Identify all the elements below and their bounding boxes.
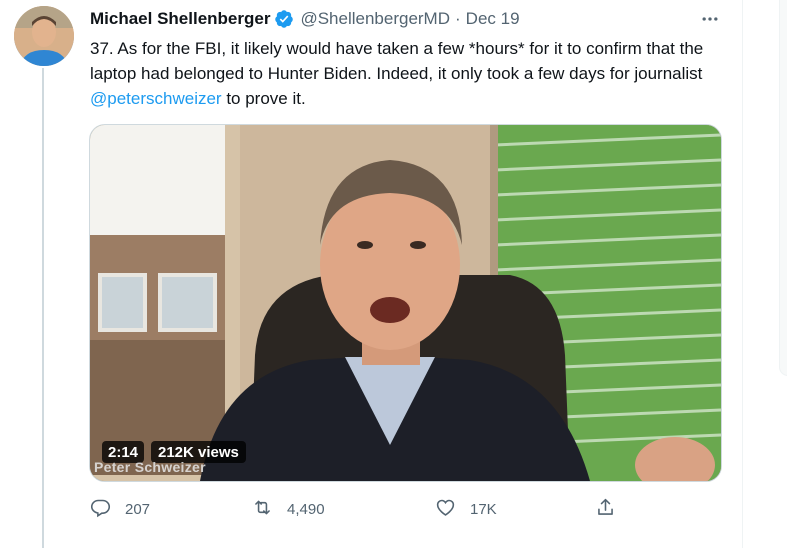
- retweet-count: 4,490: [287, 500, 325, 518]
- verified-badge-icon: [274, 9, 294, 29]
- video-player[interactable]: 2:14 212K views Peter Schweizer: [89, 124, 722, 482]
- more-icon[interactable]: [698, 8, 722, 30]
- tweet-text: 37. As for the FBI, it likely would have…: [90, 36, 730, 111]
- share-button[interactable]: [595, 496, 616, 522]
- retweet-icon: [252, 497, 273, 522]
- tweet-header: Michael Shellenberger @ShellenbergerMD ·…: [90, 8, 520, 30]
- reply-button[interactable]: 207: [90, 496, 150, 522]
- like-count: 17K: [470, 500, 497, 518]
- tweet-date[interactable]: Dec 19: [466, 9, 520, 29]
- reply-icon: [90, 497, 111, 522]
- tweet-actions: 207 4,490 17K: [90, 496, 630, 522]
- author-name[interactable]: Michael Shellenberger: [90, 9, 270, 29]
- tweet-text-part: to prove it.: [221, 89, 306, 108]
- retweet-button[interactable]: 4,490: [252, 496, 325, 522]
- thread-line: [42, 68, 44, 548]
- separator-dot: ·: [455, 9, 461, 28]
- author-handle[interactable]: @ShellenbergerMD: [300, 9, 450, 29]
- mention-link[interactable]: @peterschweizer: [90, 89, 222, 108]
- tweet-text-part: 37. As for the FBI, it likely would have…: [90, 39, 704, 83]
- sidebar-card-edge: [779, 0, 787, 376]
- like-button[interactable]: 17K: [435, 496, 497, 522]
- avatar[interactable]: [14, 6, 74, 66]
- share-icon: [595, 497, 616, 522]
- reply-count: 207: [125, 500, 151, 518]
- like-icon: [435, 497, 456, 522]
- video-caption: Peter Schweizer: [94, 459, 206, 475]
- video-frame: [90, 125, 721, 481]
